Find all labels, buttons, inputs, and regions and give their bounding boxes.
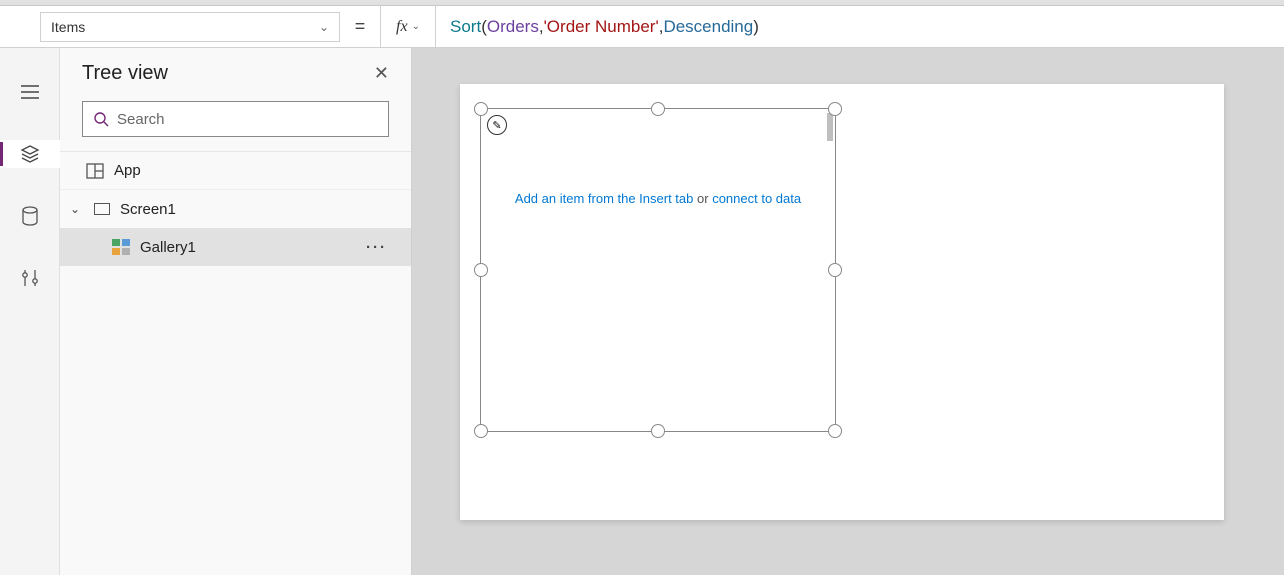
main-area: Tree view ✕ App ⌄ bbox=[0, 48, 1284, 575]
hamburger-icon bbox=[21, 85, 39, 99]
chevron-down-icon: ⌄ bbox=[319, 20, 329, 34]
search-icon bbox=[93, 111, 109, 127]
pencil-icon: ✎ bbox=[492, 119, 501, 132]
sliders-icon bbox=[21, 268, 39, 288]
formula-token-function: Sort bbox=[450, 17, 481, 37]
property-selector[interactable]: Items ⌄ bbox=[40, 12, 340, 42]
more-options-button[interactable]: ··· bbox=[366, 239, 387, 256]
database-icon bbox=[21, 206, 39, 226]
rail-tree-view-button[interactable] bbox=[0, 140, 60, 168]
gallery-empty-hint: Add an item from the Insert tab or conne… bbox=[481, 191, 835, 206]
chevron-down-icon: ⌄ bbox=[412, 21, 420, 32]
formula-bar: Items ⌄ = fx ⌄ Sort( Orders, 'Order Numb… bbox=[0, 6, 1284, 48]
tree-item-gallery1[interactable]: Gallery1 ··· bbox=[60, 228, 411, 266]
formula-token-paren: ) bbox=[753, 17, 759, 37]
resize-handle-ml[interactable] bbox=[474, 263, 488, 277]
search-container bbox=[60, 95, 411, 151]
resize-handle-tm[interactable] bbox=[651, 102, 665, 116]
resize-handle-mr[interactable] bbox=[828, 263, 842, 277]
tree-item-label: Gallery1 bbox=[140, 239, 196, 256]
tree-item-label: App bbox=[114, 162, 141, 179]
equals-sign: = bbox=[340, 16, 380, 37]
screen-canvas[interactable]: ✎ Add an item from the Insert tab or con… bbox=[460, 84, 1224, 520]
hamburger-menu-button[interactable] bbox=[0, 78, 60, 106]
search-input[interactable] bbox=[117, 111, 378, 128]
resize-handle-br[interactable] bbox=[828, 424, 842, 438]
app-icon bbox=[86, 163, 104, 179]
fx-button[interactable]: fx ⌄ bbox=[380, 6, 436, 48]
screen-icon bbox=[94, 203, 110, 215]
formula-token-string: 'Order Number' bbox=[544, 17, 659, 37]
gallery-scrollbar[interactable] bbox=[827, 113, 833, 141]
rail-advanced-button[interactable] bbox=[0, 264, 60, 292]
insert-tab-link[interactable]: Add an item from the Insert tab bbox=[515, 191, 693, 206]
formula-token-keyword: Descending bbox=[663, 17, 753, 37]
connect-data-link[interactable]: connect to data bbox=[712, 191, 801, 206]
resize-handle-tl[interactable] bbox=[474, 102, 488, 116]
left-rail bbox=[0, 48, 60, 575]
hint-separator: or bbox=[693, 191, 712, 206]
canvas-area[interactable]: ✎ Add an item from the Insert tab or con… bbox=[412, 48, 1284, 575]
rail-data-button[interactable] bbox=[0, 202, 60, 230]
edit-template-button[interactable]: ✎ bbox=[487, 115, 507, 135]
gallery-icon bbox=[112, 239, 130, 255]
gallery-selection[interactable]: ✎ Add an item from the Insert tab or con… bbox=[480, 108, 836, 432]
chevron-down-icon[interactable]: ⌄ bbox=[70, 202, 84, 216]
resize-handle-tr[interactable] bbox=[828, 102, 842, 116]
formula-token-identifier: Orders bbox=[487, 17, 539, 37]
tree-list: App ⌄ Screen1 Gallery1 ··· bbox=[60, 151, 411, 266]
tree-view-header: Tree view ✕ bbox=[60, 48, 411, 95]
fx-icon: fx bbox=[396, 18, 408, 36]
resize-handle-bm[interactable] bbox=[651, 424, 665, 438]
tree-item-label: Screen1 bbox=[120, 201, 176, 218]
property-selector-value: Items bbox=[51, 19, 85, 35]
layers-icon bbox=[20, 144, 40, 164]
search-box[interactable] bbox=[82, 101, 389, 137]
close-icon[interactable]: ✕ bbox=[374, 63, 389, 84]
tree-item-screen1[interactable]: ⌄ Screen1 bbox=[60, 190, 411, 228]
tree-item-app[interactable]: App bbox=[60, 152, 411, 190]
tree-view-panel: Tree view ✕ App ⌄ bbox=[60, 48, 412, 575]
formula-input[interactable]: Sort( Orders, 'Order Number', Descending… bbox=[436, 6, 1284, 48]
resize-handle-bl[interactable] bbox=[474, 424, 488, 438]
tree-view-title: Tree view bbox=[82, 62, 168, 85]
